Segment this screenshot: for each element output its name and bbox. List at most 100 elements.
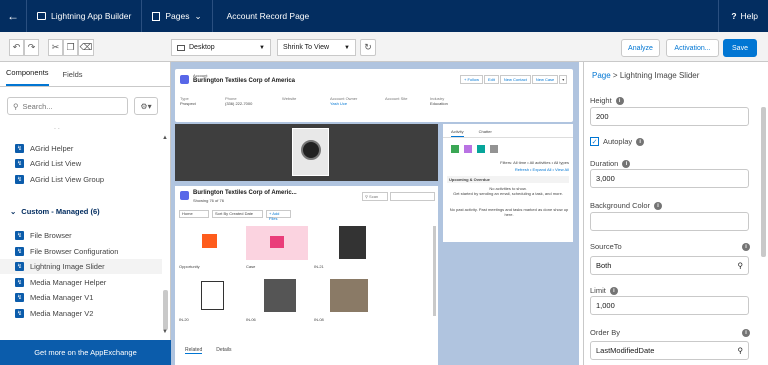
list-search-input[interactable]: ⚲ Scan	[362, 192, 388, 201]
breadcrumb: Page > Lightning Image Slider	[592, 71, 700, 80]
undo-button[interactable]: ↶	[9, 39, 24, 56]
undo-icon: ↶	[12, 42, 21, 52]
info-icon[interactable]: i	[654, 201, 663, 210]
tab-details[interactable]: Details	[216, 347, 231, 354]
order-by-combobox[interactable]: LastModifiedDate ⚲	[590, 341, 749, 360]
settings-menu-button[interactable]: ⚙▾	[134, 97, 158, 115]
bolt-icon: ↯	[15, 309, 24, 318]
source-combobox[interactable]: Both ⚲	[590, 256, 749, 275]
upcoming-section[interactable]: Upcoming & Overdue	[447, 176, 569, 183]
file-tile[interactable]: IN-06	[246, 279, 308, 322]
list-view-buttons[interactable]	[390, 192, 435, 201]
view-select[interactable]: Shrink To View ▼	[277, 39, 356, 56]
activity-links[interactable]: Refresh • Expand All • View All	[515, 167, 569, 172]
search-icon: ⚲	[737, 261, 744, 270]
tab-components[interactable]: Components	[6, 68, 49, 86]
component-item[interactable]: ↯ File Browser	[0, 228, 162, 243]
file-tile[interactable]: Case	[246, 226, 308, 269]
source-label: SourceTo i	[590, 242, 750, 251]
device-select[interactable]: Desktop ▼	[171, 39, 271, 56]
chevron-down-icon: ⌄	[10, 207, 17, 216]
follow-button[interactable]: + Follow	[460, 75, 484, 84]
list-scrollbar[interactable]	[433, 226, 436, 316]
background-color-input[interactable]	[590, 212, 749, 231]
appexchange-link[interactable]: Get more on the AppExchange	[0, 340, 171, 365]
more-actions-icon[interactable]: ▾	[559, 75, 568, 84]
cut-button[interactable]: ✂	[48, 39, 63, 56]
media-manager-component[interactable]: Burlington Textiles Corp of Americ... Sh…	[175, 186, 438, 351]
page-canvas: Account Burlington Textiles Corp of Amer…	[171, 62, 579, 365]
component-item[interactable]: ↯ File Browser Configuration	[0, 244, 162, 259]
height-input[interactable]: 200	[590, 107, 749, 126]
pages-menu[interactable]: Pages ⌄	[142, 0, 213, 32]
file-tile[interactable]: IN-20	[179, 279, 241, 322]
caret-down-icon: ▼	[259, 44, 265, 51]
component-item[interactable]: ↯ Media Manager V2	[0, 306, 162, 321]
related-tabs-component[interactable]: Related Details	[175, 343, 438, 365]
activity-panel[interactable]: Activity Chatter Filters: All time • All…	[443, 124, 573, 242]
info-icon[interactable]: i	[742, 242, 750, 251]
copy-button[interactable]: ❐	[63, 39, 78, 56]
list-title: Burlington Textiles Corp of Americ...	[193, 190, 297, 196]
breadcrumb-current: Lightning Image Slider	[619, 71, 700, 80]
add-files-button[interactable]: + Add Files	[266, 210, 291, 221]
save-button[interactable]: Save	[723, 39, 757, 57]
tab-chatter[interactable]: Chatter	[479, 129, 492, 137]
builder-toolbar: ↶ ↷ ✂ ❐ ⌫ Desktop ▼ Shrink To View ▼ ↻ Ana…	[0, 32, 768, 62]
duration-input[interactable]: 3,000	[590, 169, 749, 188]
file-tile[interactable]: IN-08	[314, 279, 376, 322]
activity-action-icons[interactable]	[451, 145, 498, 153]
home-select[interactable]: Home	[179, 210, 209, 218]
search-icon: ⚲	[737, 346, 744, 355]
properties-panel: Page > Lightning Image Slider Height i 20…	[583, 62, 768, 365]
image-slider-component[interactable]	[175, 124, 438, 181]
breadcrumb-page-link[interactable]: Page	[592, 71, 611, 80]
account-icon	[180, 191, 189, 200]
bolt-icon: ↯	[15, 262, 24, 271]
redo-icon: ↷	[27, 42, 36, 52]
component-item[interactable]: ↯ Media Manager Helper	[0, 275, 162, 290]
tab-fields[interactable]: Fields	[63, 70, 83, 86]
custom-managed-group[interactable]: ⌄ Custom - Managed (6)	[10, 207, 100, 216]
tab-related[interactable]: Related	[185, 347, 203, 354]
delete-button[interactable]: ⌫	[78, 39, 94, 56]
redo-button[interactable]: ↷	[24, 39, 39, 56]
tab-activity[interactable]: Activity	[451, 129, 464, 137]
properties-scrollbar[interactable]	[761, 107, 766, 257]
info-icon[interactable]: i	[742, 328, 750, 337]
field-label: Website	[282, 96, 297, 101]
bolt-icon: ↯	[15, 293, 24, 302]
refresh-button[interactable]: ↻	[360, 39, 376, 56]
scrollbar-thumb[interactable]	[163, 290, 168, 330]
edit-button[interactable]: Edit	[484, 75, 499, 84]
page-title: Account Record Page	[226, 11, 310, 21]
components-panel: Components Fields ⚲ Search... ⚙▾ . . ↯ AGr…	[0, 62, 171, 365]
new-case-button[interactable]: New Case	[531, 75, 559, 84]
record-header[interactable]: Account Burlington Textiles Corp of Amer…	[175, 69, 573, 122]
account-icon	[180, 75, 189, 84]
component-item[interactable]: ↯ AGrid Helper	[0, 141, 162, 156]
search-input[interactable]: ⚲ Search...	[7, 97, 128, 115]
file-tile[interactable]: IN-21	[314, 226, 376, 269]
autoplay-checkbox[interactable]: ✓ Autoplay i	[590, 137, 645, 146]
bolt-icon: ↯	[15, 247, 24, 256]
component-item-selected[interactable]: ↯ Lightning Image Slider	[0, 259, 162, 274]
app-grid-icon	[37, 12, 46, 20]
sort-select[interactable]: Sort By Created Date	[212, 210, 263, 218]
back-button[interactable]: ←	[0, 0, 27, 32]
info-icon[interactable]: i	[636, 137, 645, 146]
new-contact-button[interactable]: New Contact	[499, 75, 531, 84]
info-icon[interactable]: i	[609, 286, 618, 295]
limit-label: Limit i	[590, 286, 618, 295]
help-button[interactable]: ? Help	[718, 0, 768, 32]
component-item[interactable]: ↯ Media Manager V1	[0, 290, 162, 305]
limit-input[interactable]: 1,000	[590, 296, 749, 315]
info-icon[interactable]: i	[622, 159, 631, 168]
gear-icon: ⚙▾	[140, 101, 152, 111]
file-tile[interactable]: Opportunity	[179, 226, 241, 269]
activation-button[interactable]: Activation...	[666, 39, 719, 57]
component-item[interactable]: ↯ AGrid List View	[0, 156, 162, 171]
info-icon[interactable]: i	[615, 96, 624, 105]
analyze-button[interactable]: Analyze	[621, 39, 660, 57]
component-item[interactable]: ↯ AGrid List View Group	[0, 172, 162, 187]
